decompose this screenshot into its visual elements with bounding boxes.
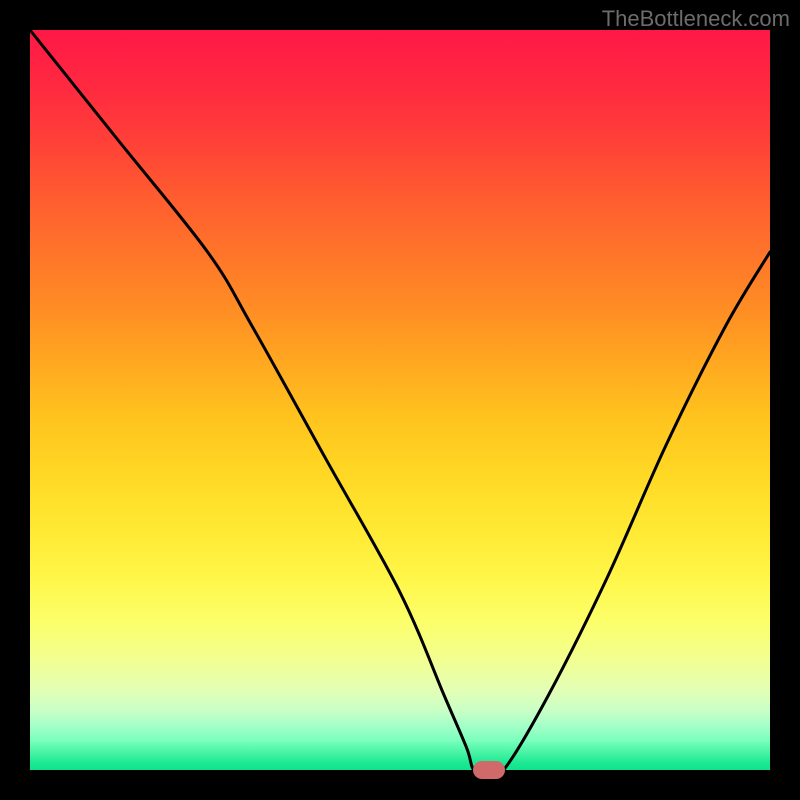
optimal-marker bbox=[473, 761, 505, 779]
attribution-label: TheBottleneck.com bbox=[602, 6, 790, 32]
chart-frame: TheBottleneck.com bbox=[0, 0, 800, 800]
line-chart bbox=[30, 30, 770, 770]
bottleneck-curve bbox=[30, 30, 770, 770]
